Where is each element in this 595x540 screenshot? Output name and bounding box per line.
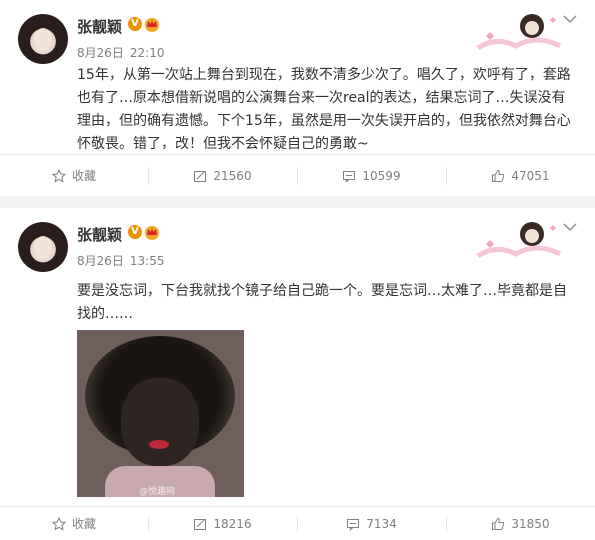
comment-button[interactable]: 10599 [297, 155, 446, 196]
comment-icon [343, 170, 356, 182]
weibo-post: 张靓颖 V 8月26日 22:10 15年，从第一次站上舞台到现在，我数不清多少次… [0, 0, 595, 196]
repost-count: 21560 [213, 168, 252, 183]
post-separator [0, 196, 595, 208]
repost-icon [194, 518, 207, 530]
crown-icon[interactable] [144, 16, 160, 32]
action-bar: 收藏 18216 7134 31850 [0, 506, 595, 540]
decoration-icon [476, 222, 562, 259]
repost-button[interactable]: 18216 [148, 507, 297, 540]
like-count: 47051 [511, 168, 550, 183]
favorite-button[interactable]: 收藏 [0, 507, 148, 540]
post-meta: 8月26日 22:10 [77, 44, 165, 61]
favorite-button[interactable]: 收藏 [0, 155, 148, 196]
comment-count: 7134 [366, 516, 397, 531]
weibo-post: 张靓颖 V 8月26日 13:55 要是没忘词，下台我就找个镜子给自己跪一个。要是… [0, 208, 595, 540]
chevron-down-icon[interactable] [563, 14, 577, 24]
post-time[interactable]: 13:55 [130, 254, 165, 268]
avatar[interactable] [18, 222, 68, 272]
repost-icon [194, 170, 207, 182]
post-time[interactable]: 22:10 [130, 46, 165, 60]
post-image[interactable]: @悦趣网 [77, 330, 244, 497]
verified-icon: V [128, 225, 142, 239]
repost-count: 18216 [213, 516, 252, 531]
comment-count: 10599 [362, 168, 401, 183]
crown-icon[interactable] [144, 224, 160, 240]
username[interactable]: 张靓颖 [77, 224, 122, 245]
like-icon [492, 517, 505, 530]
repost-button[interactable]: 21560 [148, 155, 297, 196]
username[interactable]: 张靓颖 [77, 16, 122, 37]
star-icon [51, 168, 66, 183]
image-watermark: @悦趣网 [139, 487, 176, 497]
like-button[interactable]: 47051 [446, 155, 595, 196]
comment-icon [347, 518, 360, 530]
post-date[interactable]: 8月26日 [77, 254, 124, 268]
like-count: 31850 [511, 516, 550, 531]
verified-icon: V [128, 17, 142, 31]
like-icon [492, 169, 505, 182]
favorite-label: 收藏 [71, 169, 96, 183]
star-icon [51, 516, 66, 531]
decoration-icon [476, 14, 562, 51]
comment-button[interactable]: 7134 [297, 507, 446, 540]
post-content: 要是没忘词，下台我就找个镜子给自己跪一个。要是忘词…太难了…毕竟都是自找的…… [77, 283, 567, 322]
like-button[interactable]: 31850 [446, 507, 595, 540]
post-meta: 8月26日 13:55 [77, 252, 165, 269]
post-content: 15年，从第一次站上舞台到现在，我数不清多少次了。唱久了，欢呼有了，套路也有了…… [77, 67, 571, 152]
post-date[interactable]: 8月26日 [77, 46, 124, 60]
favorite-label: 收藏 [71, 517, 96, 531]
chevron-down-icon[interactable] [563, 222, 577, 232]
action-bar: 收藏 21560 10599 47051 [0, 154, 595, 196]
avatar[interactable] [18, 14, 68, 64]
